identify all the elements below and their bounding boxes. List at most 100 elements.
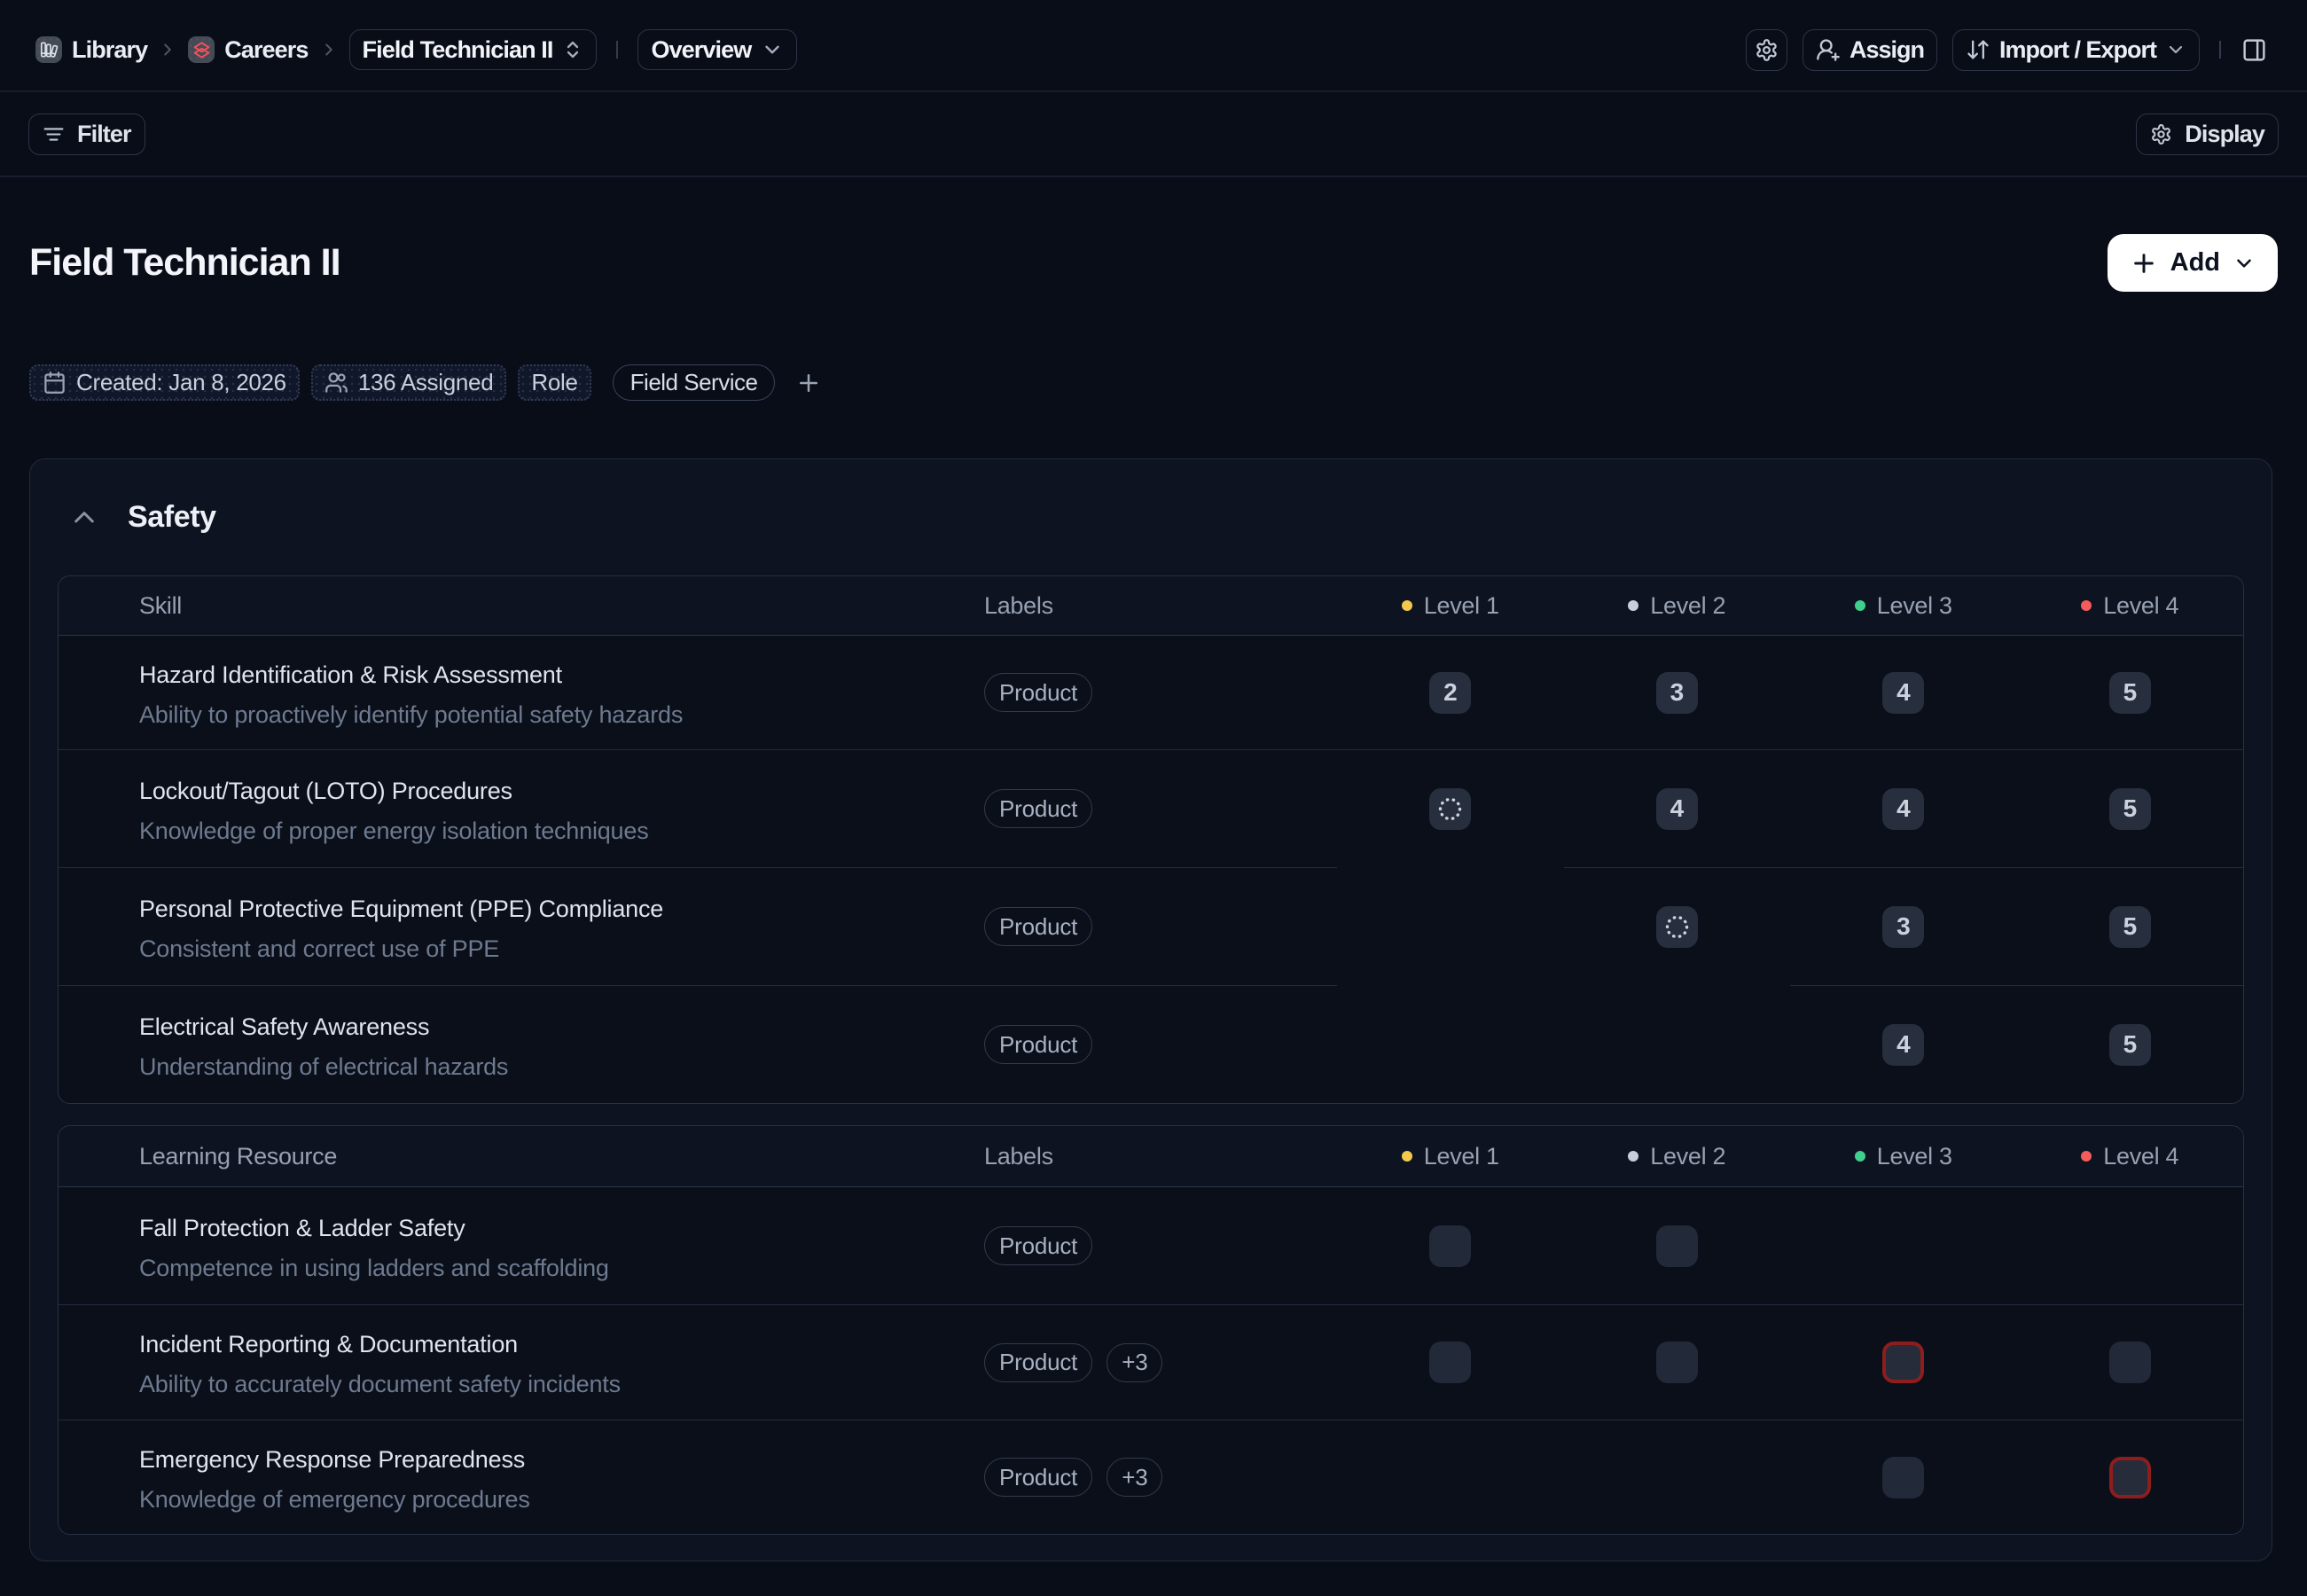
top-bar: Library Careers Field Technician II Over…: [0, 0, 2307, 92]
table-row[interactable]: Lockout/Tagout (LOTO) ProceduresKnowledg…: [59, 749, 2243, 867]
label-pill[interactable]: +3: [1107, 1343, 1162, 1382]
level-value-badge[interactable]: 3: [1882, 906, 1924, 948]
chevrons-up-down-icon: [562, 39, 583, 60]
breadcrumb-careers[interactable]: Careers: [224, 36, 308, 64]
level-column-header: Level 4: [2081, 592, 2178, 620]
resource-table: Learning ResourceLabelsLevel 1Level 2Lev…: [58, 1125, 2244, 1535]
level-flagged-badge[interactable]: [1882, 1342, 1924, 1383]
display-label: Display: [2185, 121, 2264, 148]
level-value-badge[interactable]: 4: [1882, 1024, 1924, 1066]
level-empty-badge[interactable]: [1429, 1225, 1471, 1267]
assigned-chip[interactable]: 136 Assigned: [311, 364, 507, 401]
label-pill[interactable]: Product: [984, 1025, 1092, 1064]
level-dot: [1402, 1151, 1412, 1162]
display-button[interactable]: Display: [2136, 113, 2279, 155]
table-row[interactable]: Personal Protective Equipment (PPE) Comp…: [59, 867, 2243, 985]
skill-name: Hazard Identification & Risk Assessment: [139, 661, 562, 689]
library-icon[interactable]: [35, 36, 62, 63]
level-value-badge[interactable]: 5: [2109, 906, 2151, 948]
plus-icon: [2130, 249, 2158, 278]
label-pill[interactable]: +3: [1107, 1458, 1162, 1497]
column-header: Labels: [984, 592, 1053, 620]
column-header: Skill: [139, 592, 182, 620]
field-service-label: Field Service: [630, 369, 758, 396]
label-pill[interactable]: Product: [984, 1343, 1092, 1382]
level-empty-badge[interactable]: [1656, 1225, 1698, 1267]
breadcrumb-library[interactable]: Library: [72, 36, 147, 64]
level-empty-badge[interactable]: [1882, 1457, 1924, 1498]
arrow-down-up-icon: [1966, 37, 1990, 62]
add-button[interactable]: Add: [2108, 234, 2278, 292]
assign-button[interactable]: Assign: [1803, 29, 1937, 71]
level-empty-badge[interactable]: [1656, 1342, 1698, 1383]
level-value-badge[interactable]: 3: [1656, 672, 1698, 714]
skill-table: SkillLabelsLevel 1Level 2Level 3Level 4H…: [58, 575, 2244, 1104]
chevron-right-icon: [158, 40, 177, 59]
panel-toggle-button[interactable]: [2241, 29, 2267, 71]
role-label: Role: [531, 369, 577, 396]
skill-name: Incident Reporting & Documentation: [139, 1331, 518, 1358]
import-export-label: Import / Export: [1999, 36, 2156, 64]
level-value-badge[interactable]: 4: [1882, 672, 1924, 714]
table-row[interactable]: Emergency Response PreparednessKnowledge…: [59, 1420, 2243, 1534]
user-plus-icon: [1816, 37, 1841, 62]
table-row[interactable]: Electrical Safety AwarenessUnderstanding…: [59, 985, 2243, 1103]
skill-name: Personal Protective Equipment (PPE) Comp…: [139, 896, 663, 923]
label-pill[interactable]: Product: [984, 789, 1092, 828]
level-pending-badge[interactable]: [1429, 788, 1471, 830]
table-header-row: Learning ResourceLabelsLevel 1Level 2Lev…: [59, 1126, 2243, 1187]
level-column-header: Level 1: [1402, 1143, 1499, 1170]
calendar-icon: [43, 371, 66, 395]
level-flagged-badge[interactable]: [2109, 1457, 2151, 1498]
level-dot: [2081, 600, 2092, 611]
level-pending-badge[interactable]: [1656, 906, 1698, 948]
entity-select-label: Field Technician II: [363, 36, 553, 64]
level-dot: [1402, 600, 1412, 611]
table-row[interactable]: Fall Protection & Ladder SafetyCompetenc…: [59, 1187, 2243, 1304]
table-row[interactable]: Hazard Identification & Risk AssessmentA…: [59, 636, 2243, 749]
skill-description: Competence in using ladders and scaffold…: [139, 1255, 609, 1282]
entity-select[interactable]: Field Technician II: [349, 29, 598, 70]
level-value-badge[interactable]: 4: [1656, 788, 1698, 830]
created-chip[interactable]: Created: Jan 8, 2026: [29, 364, 300, 401]
level-column-header: Level 4: [2081, 1143, 2178, 1170]
add-tag-button[interactable]: [795, 370, 822, 396]
level-dot: [2081, 1151, 2092, 1162]
field-service-tag[interactable]: Field Service: [613, 364, 776, 401]
careers-logo-icon[interactable]: [188, 36, 215, 63]
skill-description: Knowledge of proper energy isolation tec…: [139, 818, 649, 845]
import-export-button[interactable]: Import / Export: [1952, 29, 2200, 71]
level-value-badge[interactable]: 5: [2109, 672, 2151, 714]
chevron-right-icon: [319, 40, 339, 59]
level-value-badge[interactable]: 5: [2109, 788, 2151, 830]
level-dot: [1855, 1151, 1865, 1162]
level-empty-badge[interactable]: [2109, 1342, 2151, 1383]
chevron-down-icon: [761, 38, 784, 61]
chevron-up-icon: [70, 504, 98, 532]
label-pill[interactable]: Product: [984, 673, 1092, 712]
skill-description: Understanding of electrical hazards: [139, 1053, 508, 1081]
add-label: Add: [2170, 248, 2220, 278]
level-column-header: Level 2: [1628, 1143, 1725, 1170]
label-pill[interactable]: Product: [984, 1458, 1092, 1497]
view-select[interactable]: Overview: [637, 29, 797, 70]
level-value-badge[interactable]: 2: [1429, 672, 1471, 714]
divider: [616, 41, 618, 59]
role-chip[interactable]: Role: [518, 364, 590, 401]
collapse-section-button[interactable]: [70, 504, 98, 532]
filter-button[interactable]: Filter: [28, 113, 145, 155]
settings-button[interactable]: [1746, 29, 1787, 71]
level-value-badge[interactable]: 4: [1882, 788, 1924, 830]
label-pill[interactable]: Product: [984, 907, 1092, 946]
level-value-badge[interactable]: 5: [2109, 1024, 2151, 1066]
dotted-circle-icon: [1429, 788, 1471, 830]
topbar-actions: Assign Import / Export: [1746, 29, 2267, 71]
table-row[interactable]: Incident Reporting & DocumentationAbilit…: [59, 1304, 2243, 1420]
label-pill[interactable]: Product: [984, 1226, 1092, 1265]
panel-right-icon: [2241, 37, 2267, 63]
plus-icon: [795, 370, 822, 396]
divider: [2219, 41, 2221, 59]
level-dot: [1628, 600, 1638, 611]
level-empty-badge[interactable]: [1429, 1342, 1471, 1383]
users-icon: [325, 371, 348, 395]
